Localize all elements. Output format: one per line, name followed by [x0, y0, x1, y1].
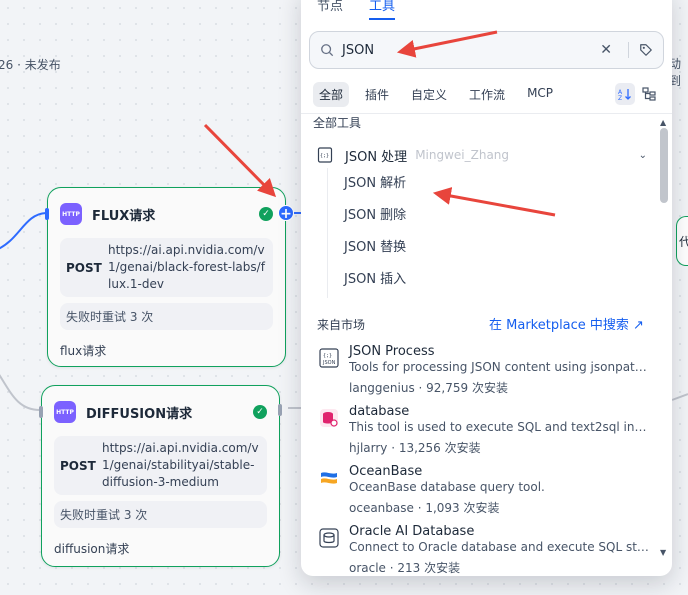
success-check-icon: ✓: [253, 405, 267, 419]
diffusion-output-handle[interactable]: [278, 404, 282, 416]
diffusion-node-header: HTTP DIFFUSION请求 ✓: [54, 400, 267, 424]
flux-node[interactable]: HTTP FLUX请求 ✓ POST https://ai.api.nvidia…: [45, 187, 286, 367]
search-separator: [628, 42, 629, 58]
market-item-meta: oracle · 213 次安装: [349, 561, 461, 574]
category-filters: 全部 插件 自定义 工作流 MCP: [313, 82, 559, 107]
svg-text:Z: Z: [618, 95, 622, 101]
chevron-down-icon[interactable]: ⌄: [639, 150, 647, 161]
retry-setting: 失败时重试 3 次: [54, 501, 267, 528]
filter-custom[interactable]: 自定义: [405, 82, 453, 107]
tab-tools[interactable]: 工具: [369, 0, 396, 20]
tool-json-delete[interactable]: JSON 删除: [344, 204, 406, 223]
tree-view-icon[interactable]: [639, 83, 659, 105]
market-item-meta: oceanbase · 1,093 次安装: [349, 501, 500, 515]
tool-json-parse[interactable]: JSON 解析: [344, 172, 406, 191]
tab-nodes[interactable]: 节点: [317, 0, 343, 20]
scroll-down-icon[interactable]: ▼: [660, 548, 666, 557]
market-item-meta: langgenius · 92,759 次安装: [349, 381, 508, 395]
request-url: https://ai.api.nvidia.com/v1/genai/stabi…: [102, 441, 259, 489]
node-description: flux请求: [60, 344, 107, 358]
tool-picker-panel: 节点 工具 JSON ✕ 全部 插件 自定义 工作流 MCP A Z 全部工具 …: [301, 0, 672, 576]
tree-glyph: [642, 87, 656, 101]
market-item-name: Oracle AI Database: [349, 524, 475, 539]
tool-list: 全部工具 {;} JSON 处理 Mingwei_Zhang ⌄ JSON 解析…: [301, 114, 672, 574]
market-item-json-process[interactable]: {;} JSON JSON Process Tools for processi…: [317, 344, 652, 400]
next-node-title: 代: [679, 235, 688, 249]
panel-tabs: 节点 工具: [317, 0, 396, 20]
market-item-name: OceanBase: [349, 464, 423, 479]
database-icon: [320, 409, 338, 427]
retry-setting: 失败时重试 3 次: [60, 303, 273, 330]
http-icon: HTTP: [54, 401, 76, 423]
sort-az-icon[interactable]: A Z: [615, 83, 635, 105]
panel-scrollbar[interactable]: ▲ ▼: [658, 118, 670, 573]
request-url: https://ai.api.nvidia.com/v1/genai/black…: [108, 243, 265, 291]
scroll-up-icon[interactable]: ▲: [660, 118, 666, 127]
filter-plugins[interactable]: 插件: [359, 82, 395, 107]
market-item-desc: Connect to Oracle database and execute S…: [349, 540, 649, 554]
filter-workflow[interactable]: 工作流: [463, 82, 511, 107]
tool-group-name: JSON 处理: [345, 149, 408, 165]
market-label: 来自市场: [317, 318, 366, 332]
success-check-icon: ✓: [259, 207, 273, 221]
tag-filter-icon[interactable]: [639, 43, 653, 57]
diffusion-node[interactable]: HTTP DIFFUSION请求 ✓ POST https://ai.api.n…: [39, 385, 282, 567]
node-description: diffusion请求: [54, 542, 130, 556]
oracle-icon: [319, 528, 339, 548]
canvas-status: 26 · 未发布: [0, 58, 61, 72]
sort-glyph: A Z: [618, 89, 631, 101]
market-item-oracle[interactable]: Oracle AI Database Connect to Oracle dat…: [317, 524, 652, 574]
flux-node-header: HTTP FLUX请求 ✓: [60, 202, 273, 226]
filter-mcp[interactable]: MCP: [521, 82, 559, 107]
market-item-desc: This tool is used to execute SQL and tex…: [349, 420, 649, 434]
market-item-desc: Tools for processing JSON content using …: [349, 360, 649, 374]
tool-search-input[interactable]: JSON ✕: [309, 31, 664, 69]
flux-input-handle[interactable]: [45, 208, 49, 220]
market-item-database[interactable]: database This tool is used to execute SQ…: [317, 404, 652, 460]
edge-right: [671, 393, 688, 401]
tool-json-insert[interactable]: JSON 插入: [344, 268, 406, 287]
tool-json-replace[interactable]: JSON 替换: [344, 236, 406, 255]
scroll-thumb[interactable]: [660, 128, 668, 203]
search-value[interactable]: JSON: [342, 43, 600, 58]
market-item-name: database: [349, 404, 410, 419]
http-method: POST: [60, 458, 96, 473]
json-icon: {;} JSON: [319, 348, 339, 368]
tool-group-author: Mingwei_Zhang: [415, 148, 510, 162]
svg-text:{;}: {;}: [320, 153, 329, 159]
all-tools-label: 全部工具: [313, 116, 362, 130]
http-method: POST: [66, 260, 102, 275]
edge-into-diffusion: [0, 374, 41, 411]
sub-list-guide: [327, 168, 328, 298]
next-node-card[interactable]: 代: [676, 216, 688, 266]
http-icon: HTTP: [60, 203, 82, 225]
search-icon: [321, 44, 334, 57]
add-next-node-plus-icon[interactable]: +: [278, 205, 294, 222]
diffusion-input-handle[interactable]: [39, 406, 43, 418]
market-item-name: JSON Process: [349, 344, 435, 359]
oceanbase-icon: [321, 472, 337, 484]
marketplace-search-link[interactable]: 在 Marketplace 中搜索 ↗: [489, 314, 644, 333]
svg-text:JSON: JSON: [322, 360, 336, 366]
filter-all[interactable]: 全部: [313, 82, 350, 107]
request-box: POST https://ai.api.nvidia.com/v1/genai/…: [60, 238, 273, 297]
svg-text:{;}: {;}: [323, 353, 332, 359]
edge-into-flux: [0, 212, 47, 250]
tool-group-json[interactable]: {;} JSON 处理 Mingwei_Zhang ⌄: [317, 144, 647, 166]
market-item-meta: hjlarry · 13,256 次安装: [349, 441, 481, 455]
clear-icon[interactable]: ✕: [600, 42, 612, 58]
node-title: DIFFUSION请求: [86, 406, 193, 422]
node-title: FLUX请求: [92, 208, 156, 224]
arrow-to-plus: [203, 123, 277, 198]
market-item-desc: OceanBase database query tool.: [349, 480, 545, 494]
request-box: POST https://ai.api.nvidia.com/v1/genai/…: [54, 436, 267, 495]
json-file-icon: {;}: [317, 147, 333, 163]
market-item-oceanbase[interactable]: OceanBase OceanBase database query tool.…: [317, 464, 652, 520]
